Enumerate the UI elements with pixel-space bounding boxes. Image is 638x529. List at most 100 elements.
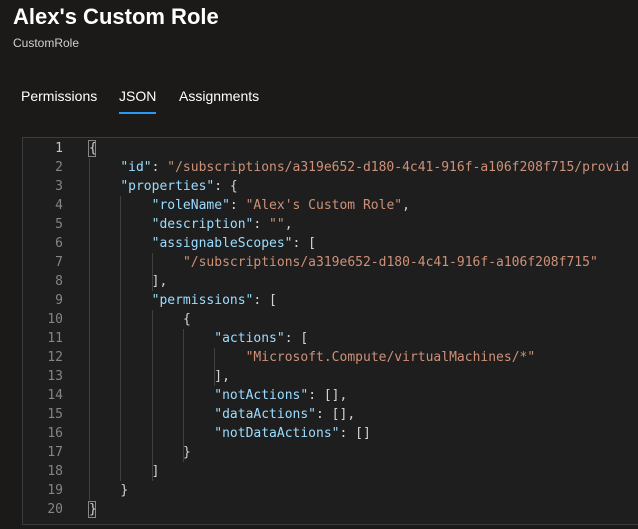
json-punctuation: {	[182, 312, 191, 327]
json-punctuation: }	[182, 445, 191, 460]
code-text: "roleName": "Alex's Custom Role",	[152, 196, 410, 215]
json-punctuation: :	[253, 217, 270, 232]
json-punctuation: }	[120, 483, 129, 498]
code-text: }	[120, 481, 128, 500]
code-text: "id": "/subscriptions/a319e652-d180-4c41…	[120, 158, 629, 177]
line-number: 2	[55, 160, 63, 175]
line-number: 12	[47, 350, 63, 365]
tab-label: Permissions	[21, 88, 98, 104]
json-punctuation: : [	[284, 331, 309, 346]
code-line: 17}	[23, 443, 638, 462]
json-key: "id"	[120, 160, 152, 175]
line-number: 9	[55, 293, 63, 308]
code-text: "notDataActions": []	[214, 424, 371, 443]
role-details-page: Alex's Custom Role CustomRole Permission…	[0, 0, 638, 529]
line-number: 8	[55, 274, 63, 289]
tab-label: Assignments	[179, 88, 260, 104]
code-line: 20}	[23, 500, 638, 519]
code-line: 6 "assignableScopes": [	[23, 234, 638, 253]
code-line: 8],	[23, 272, 638, 291]
code-text: "notActions": [],	[214, 386, 347, 405]
code-line: 5 "description": "",	[23, 215, 638, 234]
code-line: 12 "Microsoft.Compute/virtualMachines/*"	[23, 348, 638, 367]
json-key: "permissions"	[151, 293, 254, 308]
json-string: "/subscriptions/a319e652-d180-4c41-916f-…	[167, 160, 630, 175]
json-key: "assignableScopes"	[151, 236, 293, 251]
code-line: 10 {	[23, 310, 638, 329]
line-number: 10	[47, 312, 63, 327]
json-punctuation: ],	[151, 274, 168, 289]
tab-json[interactable]: JSON	[119, 88, 157, 116]
json-punctuation: :	[229, 198, 246, 213]
code-line: 19}	[23, 481, 638, 500]
tab-label: JSON	[119, 88, 157, 104]
json-key: "dataActions"	[214, 407, 317, 422]
json-key: "actions"	[214, 331, 285, 346]
line-number: 17	[47, 445, 63, 460]
code-line: 3 "properties": {	[23, 177, 638, 196]
json-code-editor[interactable]: 1{2 "id": "/subscriptions/a319e652-d180-4…	[22, 137, 638, 525]
json-punctuation: : [],	[308, 388, 348, 403]
page-subtitle: CustomRole	[13, 36, 80, 50]
json-punctuation: : {	[214, 179, 238, 194]
line-number: 13	[47, 369, 63, 384]
json-key: "roleName"	[151, 198, 230, 213]
json-string: "Microsoft.Compute/virtualMachines/*"	[245, 350, 536, 365]
json-key: "notDataActions"	[214, 426, 340, 441]
line-number: 18	[47, 464, 63, 479]
json-punctuation: ,	[402, 198, 410, 213]
code-line: 14 "notActions": [],	[23, 386, 638, 405]
json-punctuation: :	[151, 160, 168, 175]
json-string: "/subscriptions/a319e652-d180-4c41-916f-…	[182, 255, 598, 270]
code-line: 9 "permissions": [	[23, 291, 638, 310]
json-punctuation: ]	[151, 464, 160, 479]
code-line: 2 "id": "/subscriptions/a319e652-d180-4c4…	[23, 158, 638, 177]
code-text: "properties": {	[120, 177, 237, 196]
line-number: 14	[47, 388, 63, 403]
code-line: 13],	[23, 367, 638, 386]
json-punctuation: ],	[214, 369, 230, 384]
code-text: {	[183, 310, 191, 329]
code-text: "actions": [	[214, 329, 308, 348]
code-line: 4 "roleName": "Alex's Custom Role",	[23, 196, 638, 215]
matching-bracket-highlight	[88, 501, 96, 518]
line-number: 3	[55, 179, 63, 194]
json-punctuation: : [	[292, 236, 316, 251]
json-punctuation: : [	[253, 293, 277, 308]
page-title: Alex's Custom Role	[13, 4, 219, 29]
json-key: "properties"	[120, 179, 215, 194]
line-number: 5	[55, 217, 63, 232]
line-number: 4	[55, 198, 63, 213]
tab-permissions[interactable]: Permissions	[21, 88, 97, 116]
line-number: 20	[47, 502, 63, 517]
json-key: "notActions"	[214, 388, 309, 403]
line-number: 6	[55, 236, 63, 251]
code-text: "dataActions": [],	[214, 405, 355, 424]
json-string: ""	[269, 217, 285, 232]
matching-bracket-highlight	[88, 140, 96, 157]
json-punctuation: : []	[339, 426, 371, 441]
line-number: 16	[47, 426, 63, 441]
line-number: 7	[55, 255, 63, 270]
code-text: "permissions": [	[152, 291, 277, 310]
json-punctuation: ,	[284, 217, 293, 232]
code-text: ]	[152, 462, 160, 481]
code-text: }	[183, 443, 191, 462]
code-line: 15 "dataActions": [],	[23, 405, 638, 424]
code-text: ],	[152, 272, 168, 291]
active-tab-indicator	[119, 112, 157, 114]
json-key: "description"	[151, 217, 254, 232]
code-text: "description": "",	[152, 215, 293, 234]
json-punctuation: : [],	[316, 407, 356, 422]
line-number: 1	[55, 141, 63, 156]
code-text: "/subscriptions/a319e652-d180-4c41-916f-…	[183, 253, 598, 272]
code-line: 18]	[23, 462, 638, 481]
line-number: 19	[47, 483, 63, 498]
code-line: 1{	[23, 139, 638, 158]
code-text: "assignableScopes": [	[152, 234, 316, 253]
code-line: 11 "actions": [	[23, 329, 638, 348]
code-line: 7 "/subscriptions/a319e652-d180-4c41-916f…	[23, 253, 638, 272]
line-number: 11	[47, 331, 63, 346]
code-line: 16 "notDataActions": []	[23, 424, 638, 443]
tab-assignments[interactable]: Assignments	[179, 88, 259, 116]
